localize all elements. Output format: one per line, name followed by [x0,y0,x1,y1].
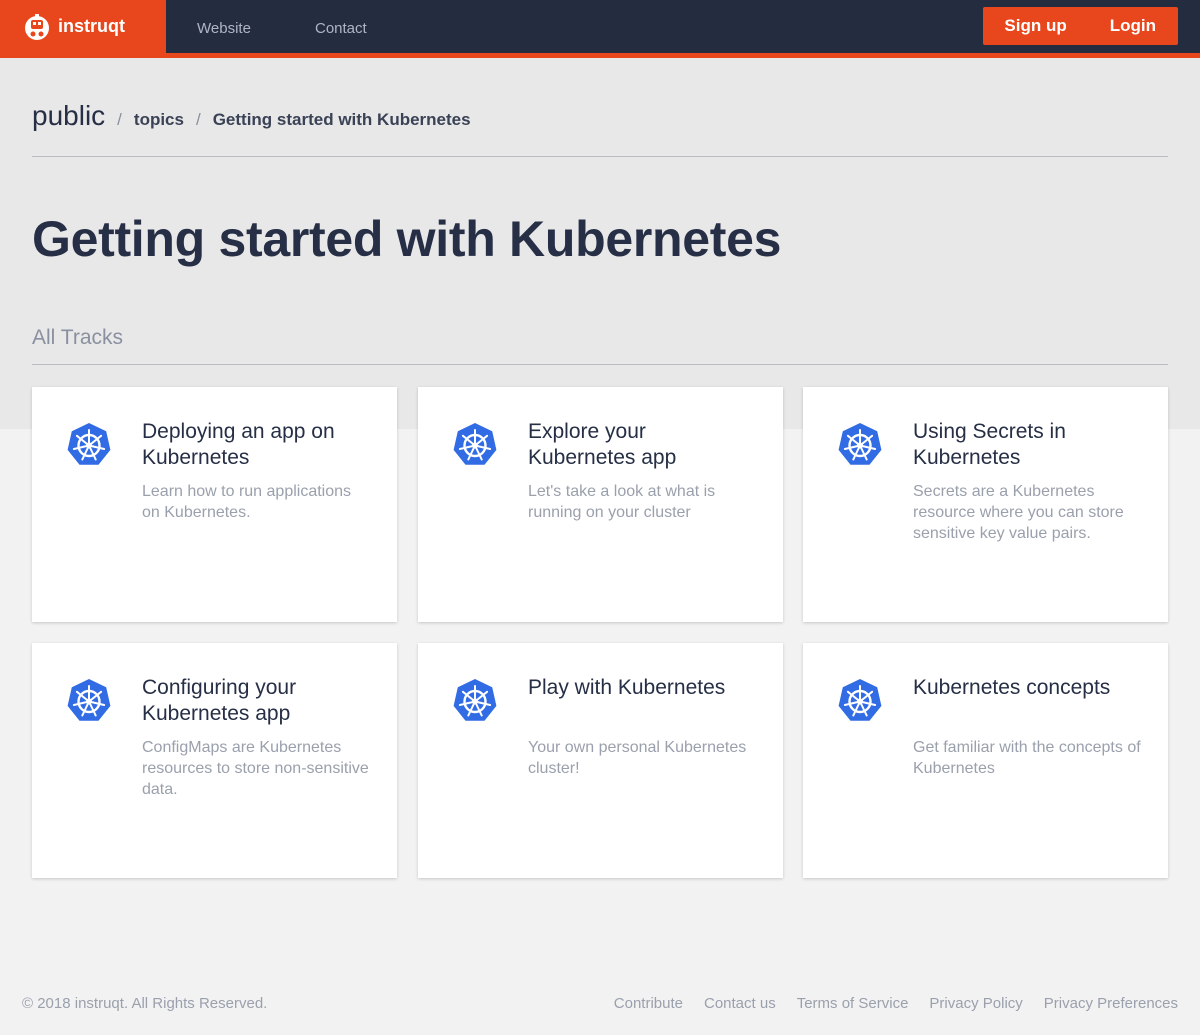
footer-link-contact-us[interactable]: Contact us [704,995,776,1012]
signup-button[interactable]: Sign up [983,7,1087,45]
footer-link-contribute[interactable]: Contribute [614,995,683,1012]
breadcrumb: public / topics / Getting started with K… [32,100,471,132]
track-title: Play with Kubernetes [528,676,726,699]
footer-copyright: © 2018 instruqt. All Rights Reserved. [22,995,268,1012]
track-card[interactable]: Explore your Kubernetes app Let's take a… [418,387,783,622]
footer-links: Contribute Contact us Terms of Service P… [593,995,1178,1012]
top-navbar: instruqt Website Contact Sign up Login [0,0,1200,58]
brand-logo-link[interactable]: instruqt [0,0,166,53]
track-description: Secrets are a Kubernetes resource where … [913,483,1124,542]
nav-link-website[interactable]: Website [197,20,251,37]
breadcrumb-root-public[interactable]: public [32,100,105,132]
footer-link-privacy-preferences[interactable]: Privacy Preferences [1044,995,1178,1012]
track-card[interactable]: Configuring your Kubernetes app ConfigMa… [32,643,397,878]
login-button[interactable]: Login [1088,7,1178,45]
track-title: Explore your Kubernetes app [528,420,677,469]
track-description: ConfigMaps are Kubernetes resources to s… [142,739,369,798]
track-card[interactable]: Deploying an app on Kubernetes Learn how… [32,387,397,622]
kubernetes-icon [837,421,883,466]
track-title: Configuring your Kubernetes app [142,676,297,725]
track-description: Let's take a look at what is running on … [528,483,716,521]
track-title: Deploying an app on Kubernetes [142,420,335,469]
track-description: Learn how to run applications on Kuberne… [142,483,352,521]
track-card[interactable]: Kubernetes concepts Get familiar with th… [803,643,1168,878]
kubernetes-icon [66,421,112,466]
track-card[interactable]: Using Secrets in Kubernetes Secrets are … [803,387,1168,622]
breadcrumb-separator: / [195,110,201,129]
track-title: Using Secrets in Kubernetes [913,420,1066,469]
breadcrumb-separator: / [117,110,122,129]
track-description: Your own personal Kubernetes cluster! [528,739,747,777]
section-divider [32,364,1168,365]
kubernetes-icon [452,677,498,722]
footer-link-privacy-policy[interactable]: Privacy Policy [929,995,1022,1012]
track-description: Get familiar with the concepts of Kubern… [913,739,1141,777]
track-title: Kubernetes concepts [913,676,1111,699]
track-card[interactable]: Play with Kubernetes Your own personal K… [418,643,783,878]
auth-buttons: Sign up Login [983,7,1178,45]
kubernetes-icon [837,677,883,722]
breadcrumb-divider [32,156,1168,157]
instruqt-logo-icon [25,13,49,40]
nav-link-contact[interactable]: Contact [315,20,367,37]
kubernetes-icon [452,421,498,466]
kubernetes-icon [66,677,112,722]
brand-name: instruqt [58,16,125,36]
breadcrumb-item-topics[interactable]: topics [134,110,184,130]
page-title: Getting started with Kubernetes [32,211,782,267]
section-label-all-tracks: All Tracks [32,326,124,349]
breadcrumb-item-current: Getting started with Kubernetes [212,110,471,129]
footer-link-terms[interactable]: Terms of Service [797,995,909,1012]
